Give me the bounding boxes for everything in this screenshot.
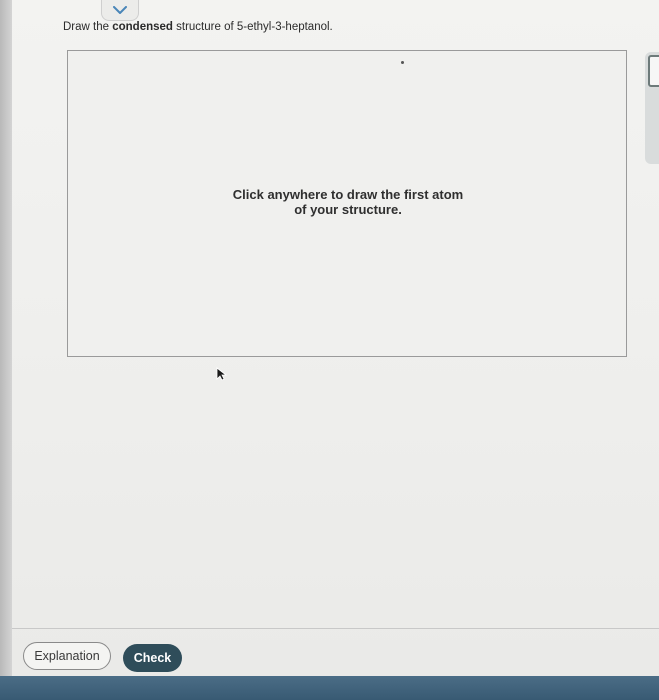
drawing-canvas[interactable]: Click anywhere to draw the first atom of… xyxy=(67,50,627,357)
left-margin xyxy=(0,0,12,700)
prompt-prefix: Draw the xyxy=(63,21,113,33)
collapse-toggle-button[interactable] xyxy=(101,0,139,21)
prompt-bold-term: condensed xyxy=(112,21,173,33)
canvas-marker xyxy=(401,61,404,64)
footer-divider xyxy=(12,628,659,629)
prompt-suffix: structure of 5-ethyl-3-heptanol. xyxy=(172,21,333,33)
bottom-bar xyxy=(0,676,659,700)
canvas-hint-line-2: of your structure. xyxy=(294,202,402,217)
mouse-cursor-icon xyxy=(216,367,228,381)
question-prompt: Draw the condensed structure of 5-ethyl-… xyxy=(63,21,333,33)
side-toolbar-button[interactable] xyxy=(648,55,659,87)
canvas-hint-line-1: Click anywhere to draw the first atom xyxy=(232,187,464,202)
canvas-hint: Click anywhere to draw the first atom of… xyxy=(188,187,508,217)
explanation-button[interactable]: Explanation xyxy=(23,642,111,670)
check-button[interactable]: Check xyxy=(123,644,182,672)
chevron-down-icon xyxy=(113,5,127,14)
